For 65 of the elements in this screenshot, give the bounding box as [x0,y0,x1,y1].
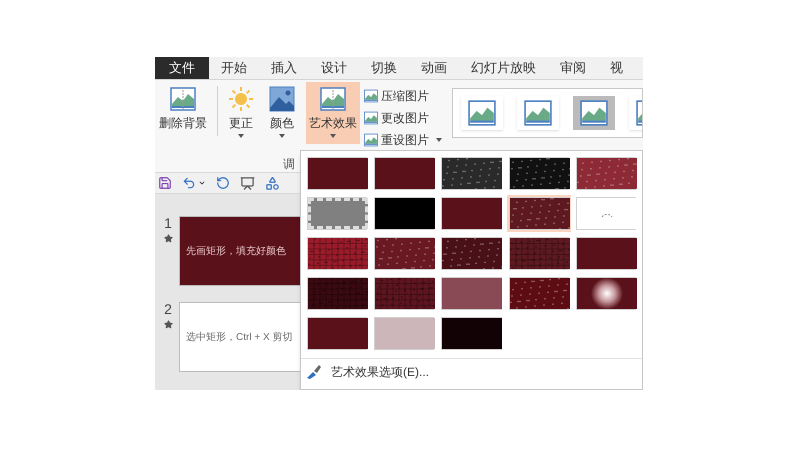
slide-text: 先画矩形，填充好颜色 [186,244,286,258]
effect-option[interactable] [305,315,370,352]
undo-icon[interactable] [182,176,196,190]
ribbon-tab[interactable]: 视 [598,57,635,79]
ribbon-tab[interactable]: 切换 [359,57,409,79]
artistic-effects-button[interactable]: 艺术效果 [306,82,360,144]
caret-icon [436,138,442,142]
caret-icon[interactable] [198,179,206,187]
remove-background-button[interactable]: 删除背景 [155,86,211,132]
picture-tool-button[interactable]: 更改图片 [364,108,442,128]
picture-icon [364,89,378,103]
effect-option[interactable] [506,235,571,272]
effect-option[interactable] [574,235,638,272]
effect-option[interactable] [372,195,436,232]
picture-style[interactable] [517,96,559,130]
caret-icon [330,134,336,138]
picture-icon [364,111,378,125]
slide-number: 2 [164,302,172,316]
save-icon[interactable] [158,176,172,190]
group-label: 调 [283,157,295,171]
effect-option[interactable] [439,235,504,272]
picture-icon [170,86,196,112]
effect-option[interactable] [439,315,504,352]
effect-option[interactable] [305,155,370,192]
effect-option[interactable] [372,155,436,192]
caret-icon [279,134,285,138]
effect-option[interactable] [439,155,504,192]
picture-tool-button[interactable]: 重设图片 [364,130,442,150]
corrections-button[interactable]: 更正 [224,86,258,138]
ribbon-tab[interactable]: 幻灯片放映 [459,57,548,79]
ribbon-tab[interactable]: 动画 [409,57,459,79]
effect-option[interactable] [439,275,504,312]
star-icon [164,320,172,329]
brush-icon [307,365,321,379]
effect-option[interactable] [574,155,638,192]
slide-number: 1 [164,216,172,230]
sun-icon [228,86,254,112]
color-button[interactable]: 颜色 [262,86,302,138]
picture-icon [269,86,295,112]
ribbon-tab[interactable]: 开始 [209,57,259,79]
picture-icon [320,86,346,112]
effect-option[interactable] [506,195,571,232]
picture-style[interactable] [461,96,503,130]
star-icon [164,234,172,243]
ribbon-tab[interactable]: 插入 [259,57,309,79]
caret-icon [238,134,244,138]
redo-icon[interactable] [216,176,230,190]
picture-style[interactable] [573,96,615,130]
picture-tool-button[interactable]: 压缩图片 [364,86,442,106]
effect-option[interactable] [574,275,638,312]
effect-option[interactable] [439,195,504,232]
effect-option[interactable] [305,235,370,272]
ribbon-tab[interactable]: 审阅 [548,57,598,79]
shapes-icon[interactable] [265,176,280,190]
ribbon-tab[interactable]: 设计 [309,57,359,79]
slide-text: 选中矩形，Ctrl + X 剪切 [186,330,292,344]
effect-option[interactable] [372,235,436,272]
effect-option[interactable] [506,155,571,192]
effects-options-item[interactable]: 艺术效果选项(E)... [307,363,429,381]
picture-icon [364,133,378,147]
effect-option[interactable] [506,275,571,312]
effect-option[interactable] [305,275,370,312]
presentation-icon[interactable] [240,176,255,190]
effect-option[interactable] [372,275,436,312]
ribbon-tab[interactable]: 文件 [155,57,209,79]
